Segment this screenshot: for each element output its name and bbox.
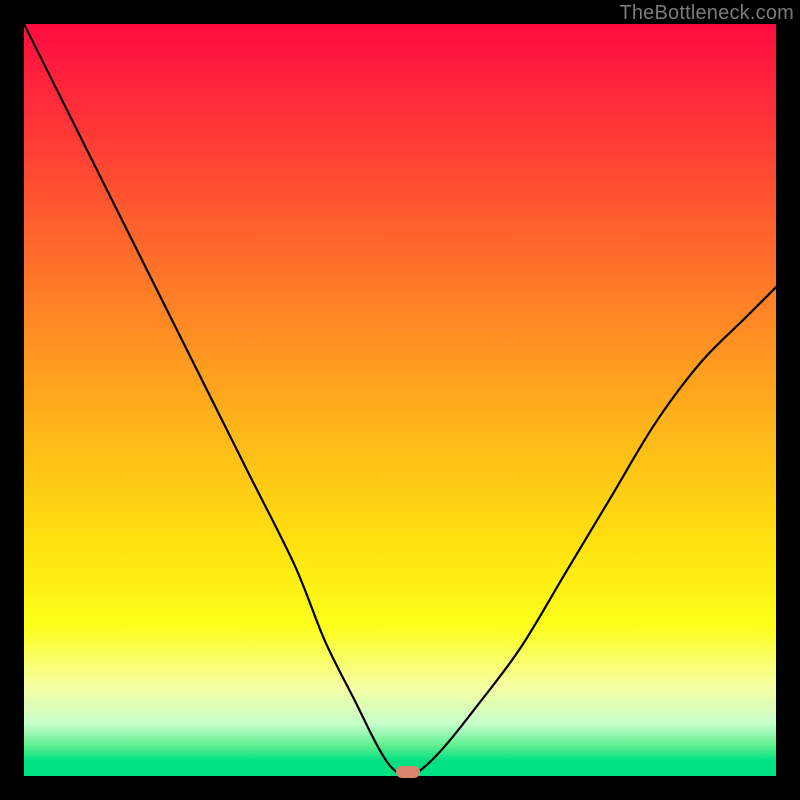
chart-stage: TheBottleneck.com — [0, 0, 800, 800]
curve-svg — [24, 24, 776, 776]
watermark-text: TheBottleneck.com — [619, 2, 794, 25]
plot-area — [24, 24, 776, 776]
optimal-marker — [396, 766, 420, 778]
bottleneck-curve — [24, 24, 776, 776]
